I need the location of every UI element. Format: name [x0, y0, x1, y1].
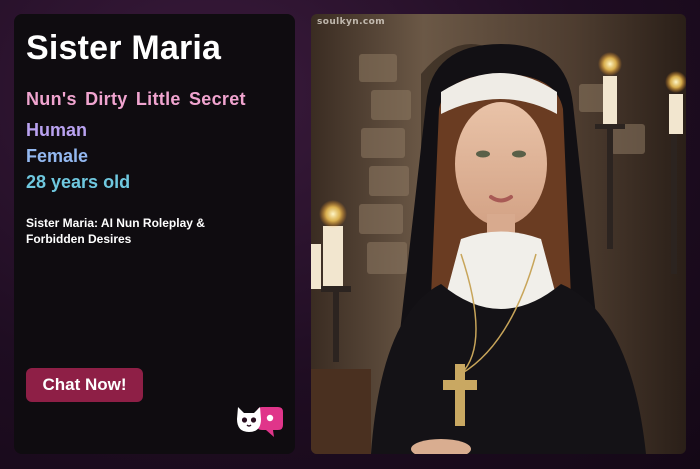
chat-now-button[interactable]: Chat Now!	[26, 368, 143, 402]
nun-portrait-image	[311, 14, 686, 454]
character-gender: Female	[26, 146, 89, 167]
cat-face-chat-bubble-icon	[237, 407, 283, 437]
character-description: Sister Maria: AI Nun Roleplay & Forbidde…	[26, 216, 205, 247]
character-name: Sister Maria	[26, 29, 222, 67]
character-tagline: Nun's Dirty Little Secret	[26, 89, 246, 110]
character-species: Human	[26, 120, 88, 141]
watermark: soulkyn.com	[317, 17, 386, 27]
character-card: Sister Maria Nun's Dirty Little Secret H…	[14, 14, 295, 454]
character-age: 28 years old	[26, 172, 131, 193]
character-portrait: soulkyn.com	[311, 14, 686, 454]
